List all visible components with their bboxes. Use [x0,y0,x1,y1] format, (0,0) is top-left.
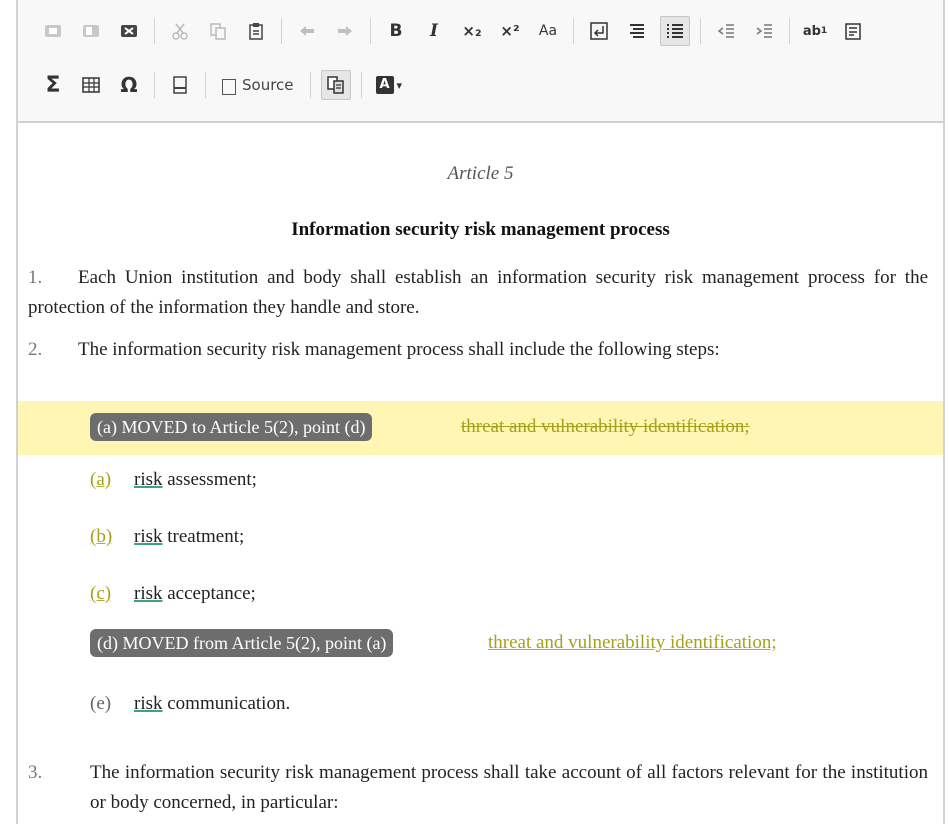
item-label: (e) [90,693,112,714]
paste-text-icon[interactable] [838,16,868,46]
toolbar-separator [700,18,701,44]
undo-icon[interactable] [292,16,322,46]
risk-word: risk [134,583,163,604]
risk-word: risk [134,469,163,490]
moved-row-a: (a) MOVED to Article 5(2), point (d) thr… [18,401,943,455]
paragraph-text: The information security risk management… [90,762,928,813]
list-item: (e) risk communication. [90,693,290,715]
cut-disabled-icon[interactable] [38,16,68,46]
numbered-list-icon[interactable] [660,16,690,46]
paragraph-number: 3. [28,762,43,783]
item-label: (c) [90,583,112,604]
deleted-text: threat and vulnerability identification; [461,416,750,437]
toolbar-separator [154,18,155,44]
bold-glyph: B [389,21,403,41]
paragraph-text: Each Union institution and body shall es… [28,267,928,318]
toolbar-separator [205,72,206,98]
source-button[interactable]: Source [216,70,300,100]
bold-icon[interactable]: B [381,16,411,46]
change-case-glyph: Aa [538,23,558,39]
toolbar-row-2: Σ Ω Source A ▾ [38,68,414,102]
toolbar-separator [281,18,282,44]
omega-icon[interactable]: Ω [114,70,144,100]
item-text: assessment; [162,469,257,490]
text-color-glyph: A [375,76,394,94]
editor-toolbar: B I ×₂ ×² Aa ab 1 Σ Ω Source A ▾ [18,0,943,123]
paragraph-3: 3. The information security risk managem… [28,758,928,818]
italic-icon[interactable]: I [419,16,449,46]
paragraph-number: 2. [28,339,43,360]
list-item: (c) risk acceptance; [90,583,256,605]
toolbar-separator [370,18,371,44]
outdent-icon[interactable] [711,16,741,46]
table-icon[interactable] [76,70,106,100]
risk-word: risk [134,693,163,714]
superscript-glyph: ×² [500,22,520,40]
toolbar-separator [154,72,155,98]
toolbar-separator [309,72,311,98]
subscript-icon[interactable]: ×₂ [457,16,487,46]
source-label: Source [242,76,294,94]
line-break-icon[interactable] [584,16,614,46]
copy-disabled-icon[interactable] [76,16,106,46]
item-label: (a) [90,469,112,490]
moved-badge-a: (a) MOVED to Article 5(2), point (d) [90,413,373,441]
chevron-down-icon: ▾ [396,78,403,92]
paste-word-icon[interactable] [114,16,144,46]
change-case-icon[interactable]: Aa [533,16,563,46]
indent-icon[interactable] [749,16,779,46]
item-text: treatment; [162,526,245,547]
risk-word: risk [134,526,163,547]
item-text: communication. [162,693,291,714]
toolbar-separator [360,72,362,98]
omega-glyph: Ω [120,73,138,97]
paragraph-2: 2. The information security risk manageme… [28,335,928,365]
sum-icon[interactable]: Σ [38,70,68,100]
compare-icon[interactable] [320,70,351,100]
text-color-icon[interactable]: A ▾ [372,70,407,100]
toolbar-separator [789,18,790,44]
editor-content[interactable]: Article 5 Information security risk mana… [18,123,943,824]
item-label: (b) [90,526,113,547]
sum-glyph: Σ [45,72,61,98]
superscript-icon[interactable]: ×² [495,16,525,46]
paragraph-1: 1. Each Union institution and body shall … [28,263,928,323]
toolbar-row-1: B I ×₂ ×² Aa ab 1 [38,14,876,48]
article-number: Article 5 [447,163,514,184]
redo-icon[interactable] [330,16,360,46]
moved-row-d: (d) MOVED from Article 5(2), point (a) t… [18,616,943,670]
list-item: (b) risk treatment; [90,526,244,548]
scissors-icon[interactable] [165,16,195,46]
item-text: acceptance; [162,583,256,604]
copy-icon[interactable] [203,16,233,46]
paste-icon[interactable] [241,16,271,46]
italic-glyph: I [430,21,438,41]
page-break-icon[interactable] [165,70,195,100]
subscript-glyph: ×₂ [462,22,482,40]
toolbar-separator [573,18,574,44]
inserted-text: threat and vulnerability identification; [488,632,777,653]
paragraph-number: 1. [28,267,43,288]
list-icon[interactable] [622,16,652,46]
moved-badge-d: (d) MOVED from Article 5(2), point (a) [90,629,394,657]
article-title: Information security risk management pro… [291,219,670,240]
list-item: (a) risk assessment; [90,469,257,491]
source-icon [222,79,236,95]
editor-frame: B I ×₂ ×² Aa ab 1 Σ Ω Source A ▾ Article… [16,0,945,824]
paragraph-text: The information security risk management… [78,339,720,360]
remove-format-icon[interactable]: ab 1 [800,16,830,46]
